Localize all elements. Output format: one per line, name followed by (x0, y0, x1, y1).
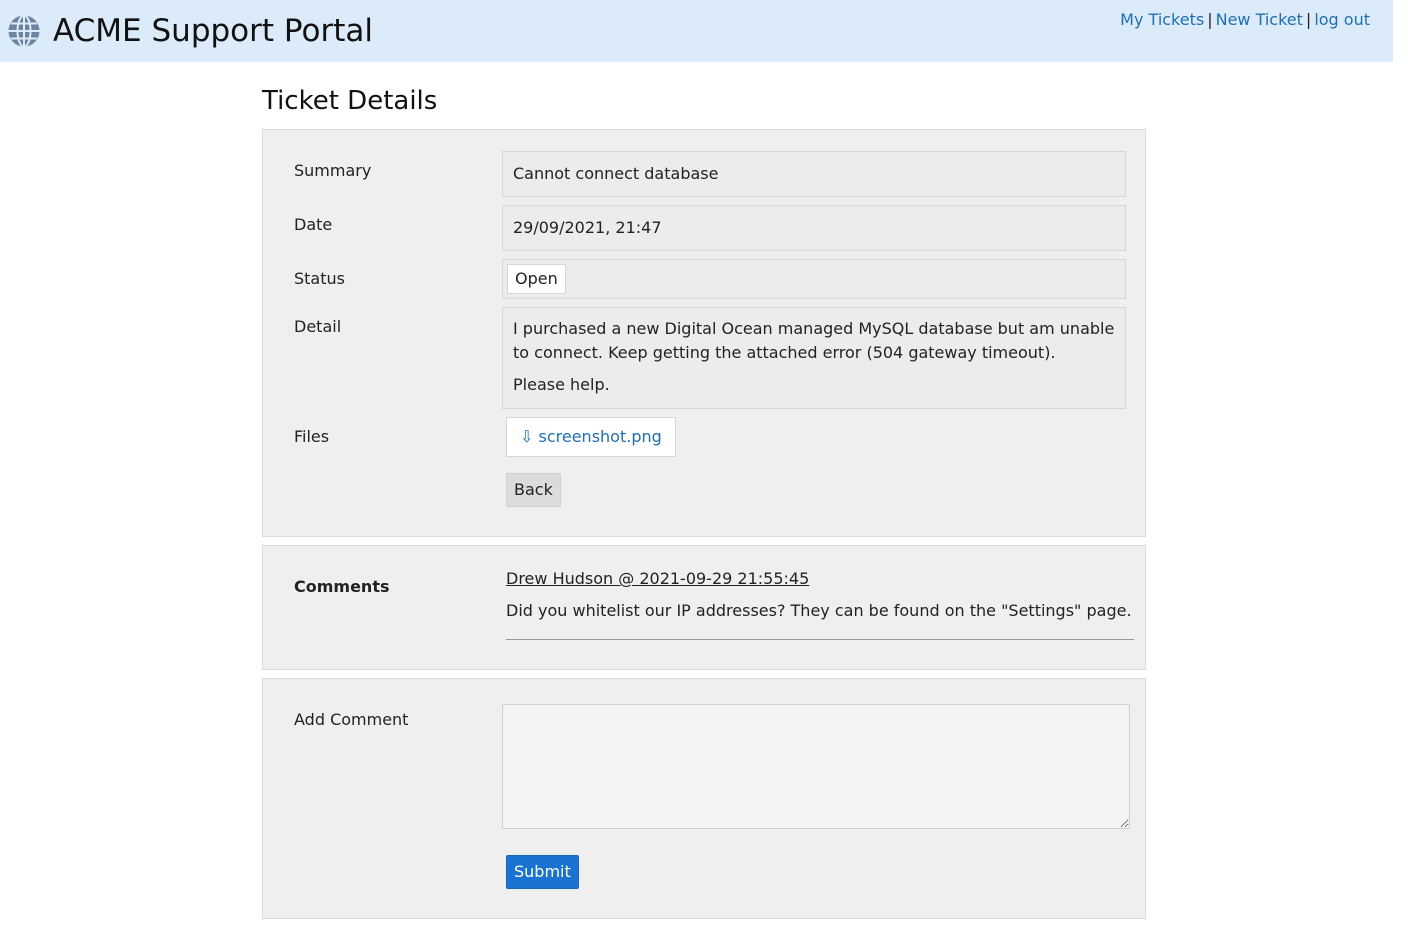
comments-label: Comments (294, 577, 390, 596)
nav-separator: | (1207, 10, 1213, 29)
detail-value: I purchased a new Digital Ocean managed … (502, 307, 1126, 409)
detail-paragraph: Please help. (513, 375, 610, 394)
summary-label: Summary (294, 161, 372, 180)
file-download-link[interactable]: ⇩ screenshot.png (506, 417, 676, 457)
comment-divider (506, 639, 1134, 640)
status-field: Open (502, 259, 1126, 299)
site-title: ACME Support Portal (53, 13, 373, 49)
files-label: Files (294, 427, 330, 446)
status-label: Status (294, 269, 345, 288)
file-name: screenshot.png (538, 427, 662, 446)
comments-panel: Comments Drew Hudson @ 2021-09-29 21:55:… (262, 545, 1146, 670)
nav-my-tickets-link[interactable]: My Tickets (1120, 10, 1204, 29)
download-arrow-icon: ⇩ (520, 427, 534, 446)
nav-new-ticket-link[interactable]: New Ticket (1216, 10, 1303, 29)
status-badge: Open (507, 264, 566, 294)
globe-icon (8, 14, 40, 48)
detail-paragraph: I purchased a new Digital Ocean managed … (513, 319, 1115, 362)
nav-separator: | (1305, 10, 1312, 29)
add-comment-textarea[interactable] (502, 704, 1130, 829)
add-comment-panel: Add Comment Submit (262, 678, 1146, 919)
header-bar: ACME Support Portal My Tickets | New Ticke… (0, 0, 1393, 62)
detail-label: Detail (294, 317, 342, 336)
date-value: 29/09/2021, 21:47 (502, 205, 1126, 251)
add-comment-label: Add Comment (294, 710, 409, 729)
back-button[interactable]: Back (506, 473, 561, 507)
date-label: Date (294, 215, 333, 234)
page-title: Ticket Details (262, 86, 438, 116)
comment-author-link[interactable]: Drew Hudson @ 2021-09-29 21:55:45 (506, 568, 809, 590)
ticket-details-panel: Summary Cannot connect database Date 29/… (262, 129, 1146, 537)
top-nav: My Tickets | New Ticket | log out (1120, 9, 1370, 31)
comment-text: Did you whitelist our IP addresses? They… (506, 601, 1132, 620)
submit-button[interactable]: Submit (506, 855, 579, 889)
summary-value: Cannot connect database (502, 151, 1126, 197)
nav-log-out-link[interactable]: log out (1314, 10, 1370, 29)
